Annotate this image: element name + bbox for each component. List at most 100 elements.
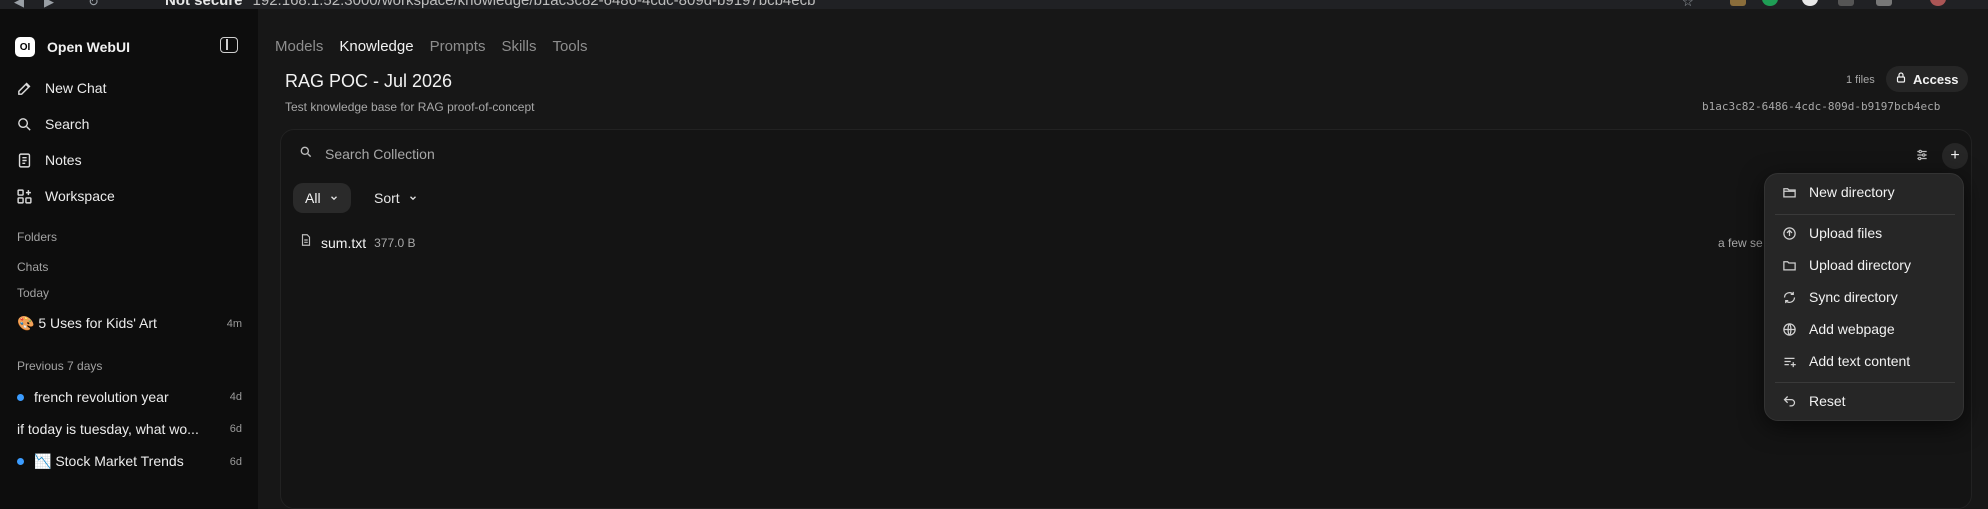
chat-title: 📉 Stock Market Trends (34, 453, 184, 469)
tab-prompts[interactable]: Prompts (430, 38, 486, 55)
tab-skills[interactable]: Skills (501, 38, 536, 55)
sidebar-item-label: Search (45, 116, 90, 132)
workspace-tabs: Models Knowledge Prompts Skills Tools (275, 38, 588, 55)
add-content-button[interactable]: + (1942, 143, 1968, 169)
extension-icon[interactable] (1838, 0, 1854, 6)
sidebar-item-label: New Chat (45, 80, 107, 96)
menu-item-reset[interactable]: Reset (1781, 393, 1846, 409)
workspace-grid-icon (15, 187, 33, 205)
chat-list-item[interactable]: 🎨 5 Uses for Kids' Art 4m (17, 315, 242, 332)
menu-item-label: Add text content (1809, 353, 1911, 369)
chat-list-item[interactable]: french revolution year 4d (17, 389, 242, 405)
extension-icon[interactable] (1876, 0, 1892, 6)
filter-settings-icon[interactable] (1915, 148, 1929, 165)
sidebar-item-label: Workspace (45, 188, 115, 204)
access-label: Access (1913, 71, 1959, 87)
reload-icon[interactable]: ↻ (88, 0, 99, 9)
chat-age: 4m (226, 317, 242, 330)
menu-item-add-text-content[interactable]: Add text content (1781, 353, 1910, 369)
unread-dot (17, 393, 24, 401)
collection-panel: Search Collection + All Sort sum.txt 377… (280, 129, 1972, 509)
document-icon (299, 233, 313, 252)
previous-7-days-label: Previous 7 days (17, 359, 103, 373)
chat-list-item[interactable]: 📉 Stock Market Trends 6d (17, 453, 242, 470)
knowledge-title[interactable]: RAG POC - Jul 2026 (285, 71, 452, 92)
menu-item-label: Reset (1809, 393, 1846, 409)
chats-section-label[interactable]: Chats (17, 260, 48, 274)
folder-icon (1781, 184, 1797, 200)
pencil-square-icon (15, 79, 33, 97)
collection-search[interactable]: Search Collection (299, 145, 435, 162)
search-icon (299, 145, 313, 162)
knowledge-description[interactable]: Test knowledge base for RAG proof-of-con… (285, 100, 534, 114)
extension-icon[interactable] (1730, 0, 1746, 6)
menu-item-upload-directory[interactable]: Upload directory (1781, 257, 1911, 273)
files-count: 1 files (1846, 74, 1875, 86)
chat-age: 6d (229, 423, 242, 435)
menu-item-label: Upload files (1809, 225, 1883, 241)
chat-age: 4d (229, 391, 242, 403)
chat-list-item[interactable]: if today is tuesday, what wo... 6d (17, 421, 242, 437)
file-size: 377.0 B (374, 235, 416, 250)
sort-label: Sort (374, 190, 400, 206)
sort-button[interactable]: Sort (368, 183, 424, 213)
filter-label: All (305, 190, 321, 206)
menu-item-upload-files[interactable]: Upload files (1781, 225, 1882, 241)
chat-title: 🎨 5 Uses for Kids' Art (17, 315, 157, 331)
file-modified: a few se (1718, 236, 1763, 250)
brand[interactable]: OI Open WebUI (15, 37, 130, 57)
back-icon[interactable]: ◀ (14, 0, 24, 9)
profile-avatar[interactable] (1930, 0, 1946, 6)
search-icon (15, 115, 33, 133)
sync-icon (1781, 289, 1797, 305)
tab-tools[interactable]: Tools (552, 38, 587, 55)
security-label: Not secure (165, 0, 243, 9)
plus-icon: + (1950, 147, 1960, 164)
menu-item-label: Sync directory (1809, 289, 1898, 305)
chevron-down-icon (408, 190, 418, 206)
sidebar: OI Open WebUI New Chat Search Notes Work… (0, 9, 258, 509)
extension-icon[interactable] (1802, 0, 1818, 6)
forward-icon[interactable]: ▶ (44, 0, 54, 9)
app-logo: OI (15, 37, 35, 57)
chat-title: french revolution year (34, 389, 169, 405)
filter-all-button[interactable]: All (293, 183, 351, 213)
notes-icon (15, 151, 33, 169)
menu-item-label: Add webpage (1809, 321, 1895, 337)
tab-knowledge[interactable]: Knowledge (339, 38, 413, 55)
browser-toolbar: ◀ ▶ ↻ Not secure 192.168.1.52:3000/worksp… (0, 0, 1988, 9)
sidebar-item-label: Notes (45, 152, 82, 168)
sidebar-item-new-chat[interactable]: New Chat (15, 79, 106, 97)
add-content-menu: New directory Upload files Upload direct… (1764, 173, 1964, 421)
sidebar-item-notes[interactable]: Notes (15, 151, 82, 169)
chevron-down-icon (329, 190, 339, 206)
menu-item-sync-directory[interactable]: Sync directory (1781, 289, 1898, 305)
bookmark-star-icon[interactable]: ☆ (1682, 0, 1694, 9)
menu-divider (1775, 382, 1955, 383)
chat-title: if today is tuesday, what wo... (17, 421, 199, 437)
menu-item-add-webpage[interactable]: Add webpage (1781, 321, 1895, 337)
menu-item-label: Upload directory (1809, 257, 1911, 273)
search-input[interactable]: Search Collection (325, 146, 435, 162)
sidebar-toggle-icon[interactable] (220, 37, 238, 53)
url-text: 192.168.1.52:3000/workspace/knowledge/b1… (252, 0, 816, 9)
upload-circle-icon (1781, 225, 1797, 241)
main-content: Models Knowledge Prompts Skills Tools RA… (258, 9, 1988, 509)
menu-item-new-directory[interactable]: New directory (1781, 184, 1895, 200)
tab-models[interactable]: Models (275, 38, 323, 55)
unread-dot (17, 458, 24, 465)
globe-icon (1781, 321, 1797, 337)
sidebar-item-search[interactable]: Search (15, 115, 89, 133)
menu-divider (1775, 214, 1955, 215)
sidebar-item-workspace[interactable]: Workspace (15, 187, 115, 205)
access-button[interactable]: Access (1886, 66, 1968, 92)
file-name: sum.txt (321, 234, 367, 251)
address-bar[interactable]: Not secure 192.168.1.52:3000/workspace/kn… (165, 0, 815, 9)
folders-section-label[interactable]: Folders (17, 230, 57, 244)
app-name: Open WebUI (47, 39, 130, 55)
extension-icon[interactable] (1762, 0, 1778, 6)
file-list-item[interactable]: sum.txt 377.0 B (299, 233, 416, 252)
text-add-icon (1781, 353, 1797, 369)
undo-icon (1781, 393, 1797, 409)
lock-icon (1895, 71, 1907, 87)
